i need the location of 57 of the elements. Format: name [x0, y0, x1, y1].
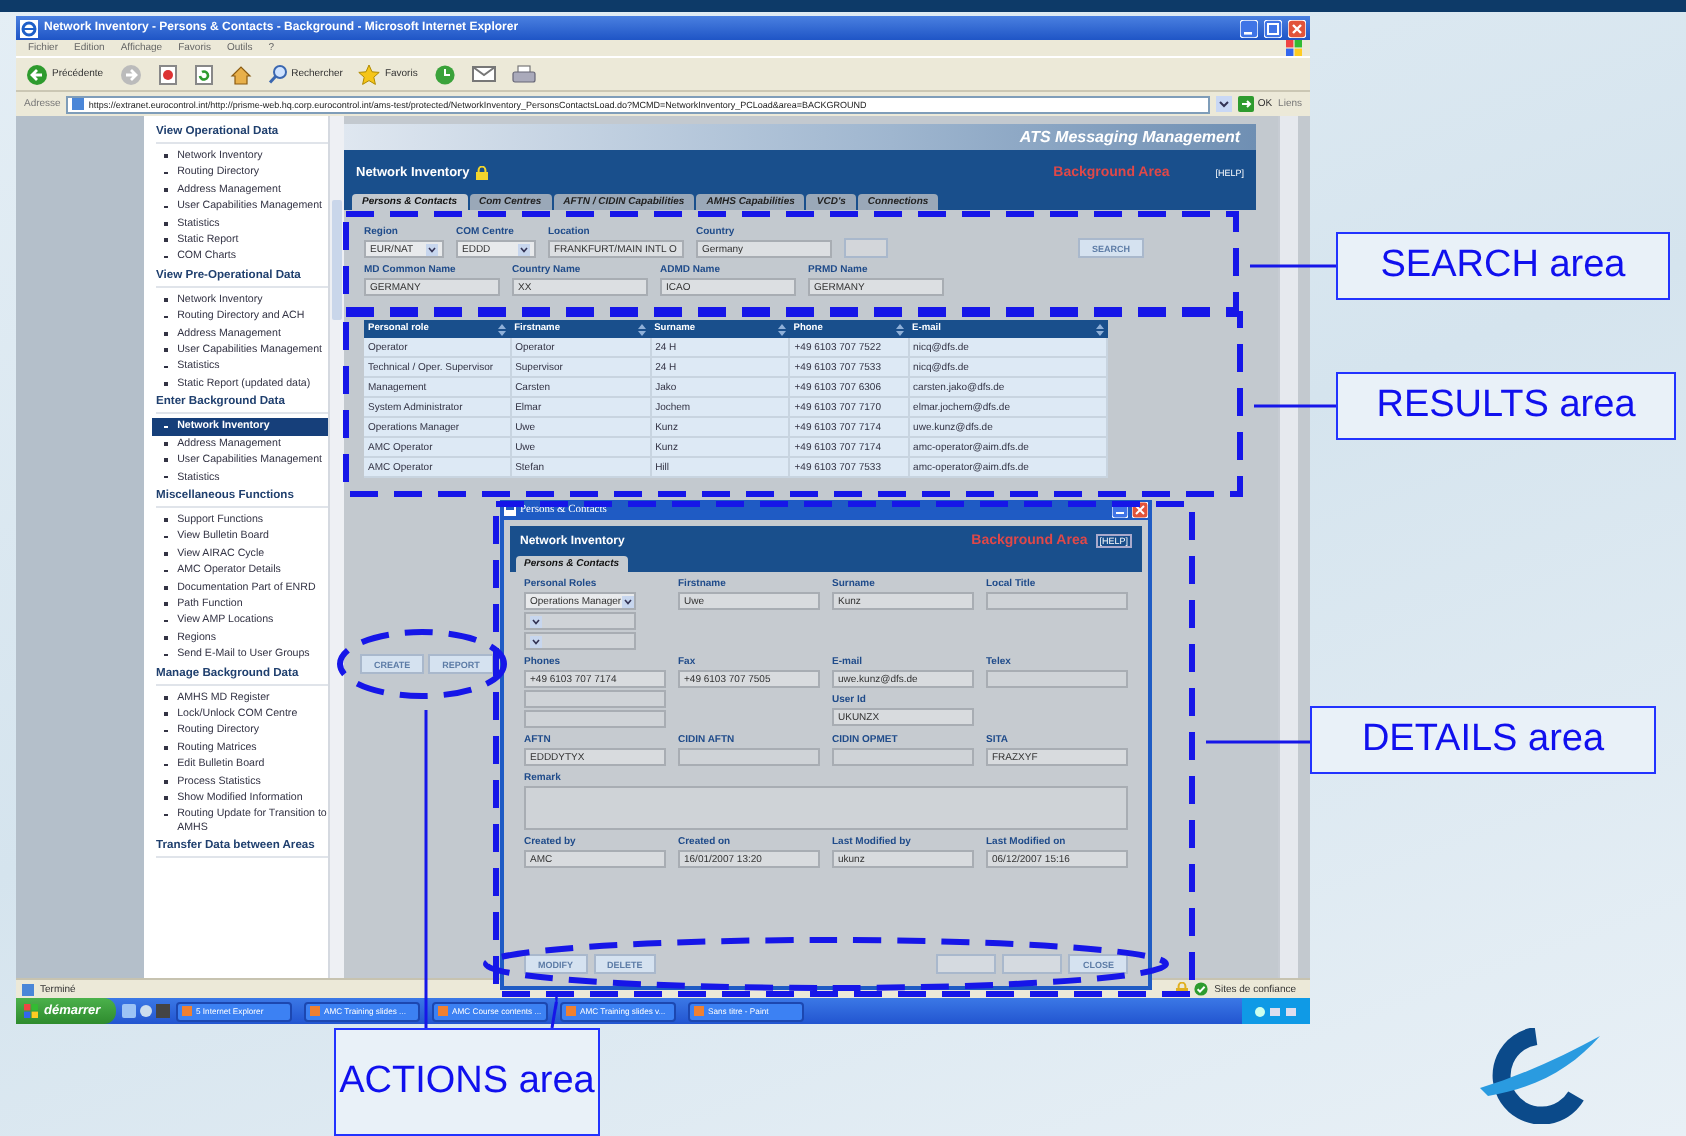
- window-icon: [310, 1006, 320, 1016]
- history-button[interactable]: [431, 61, 458, 87]
- sort-icon[interactable]: [1095, 323, 1103, 335]
- input-field[interactable]: [678, 748, 820, 766]
- page-icon: [72, 98, 85, 110]
- windows-flag-icon: [24, 1004, 38, 1018]
- stop-icon: [157, 63, 178, 85]
- lock-icon: [1176, 982, 1189, 996]
- callout-label: ACTIONS area: [334, 1028, 600, 1136]
- maximize-button[interactable]: [1264, 19, 1282, 37]
- back-arrow-icon: [26, 63, 48, 85]
- minimize-button[interactable]: [1240, 19, 1258, 37]
- refresh-button[interactable]: [191, 61, 216, 87]
- star-icon: [358, 63, 381, 85]
- caret-icon: [621, 595, 634, 607]
- check-icon: [1194, 982, 1209, 996]
- tray-icons: [1254, 1005, 1298, 1017]
- caret-icon: [530, 615, 542, 627]
- window-icon: [438, 1006, 448, 1016]
- home-button[interactable]: [227, 61, 254, 87]
- input-field[interactable]: [986, 670, 1128, 688]
- input-field[interactable]: [832, 748, 974, 766]
- forward-arrow-icon: [119, 63, 142, 85]
- close-button[interactable]: [1288, 19, 1306, 37]
- refresh-icon: [193, 63, 214, 85]
- input-field[interactable]: [524, 710, 666, 728]
- scrollbar[interactable]: [1278, 116, 1298, 978]
- clock-icon: [433, 63, 456, 85]
- window-icon: [182, 1006, 192, 1016]
- scrollbar[interactable]: [328, 116, 344, 978]
- stop-button[interactable]: [155, 61, 180, 87]
- window-icon: [566, 1006, 576, 1016]
- browser-logo-icon: [20, 19, 38, 37]
- print-button[interactable]: [509, 61, 538, 87]
- windows-flag-icon: [1286, 40, 1302, 56]
- callout-label: SEARCH area: [1336, 232, 1670, 300]
- arrow: [550, 992, 558, 1029]
- lock-icon: [475, 165, 488, 179]
- input-field[interactable]: [986, 592, 1128, 610]
- swoosh-logo: [1476, 1028, 1604, 1124]
- window-icon: [694, 1006, 704, 1016]
- printer-icon: [511, 63, 536, 85]
- caret-icon: [518, 243, 530, 255]
- dropdown-arrow-icon[interactable]: [1215, 96, 1232, 112]
- app-banner: ATS Messaging Management: [344, 124, 1256, 150]
- envelope-icon: [471, 64, 496, 84]
- search-icon: [267, 64, 288, 84]
- callout-label: DETAILS area: [1310, 706, 1656, 774]
- home-icon: [229, 63, 252, 85]
- mail-button[interactable]: [469, 62, 498, 86]
- callout-label: RESULTS area: [1336, 372, 1676, 440]
- page-icon: [22, 983, 34, 995]
- quick-launch-icons[interactable]: [122, 1004, 170, 1018]
- input-field[interactable]: [524, 690, 666, 708]
- caret-icon: [426, 243, 438, 255]
- go-arrow-icon: [1237, 96, 1254, 112]
- caret-icon: [530, 635, 542, 647]
